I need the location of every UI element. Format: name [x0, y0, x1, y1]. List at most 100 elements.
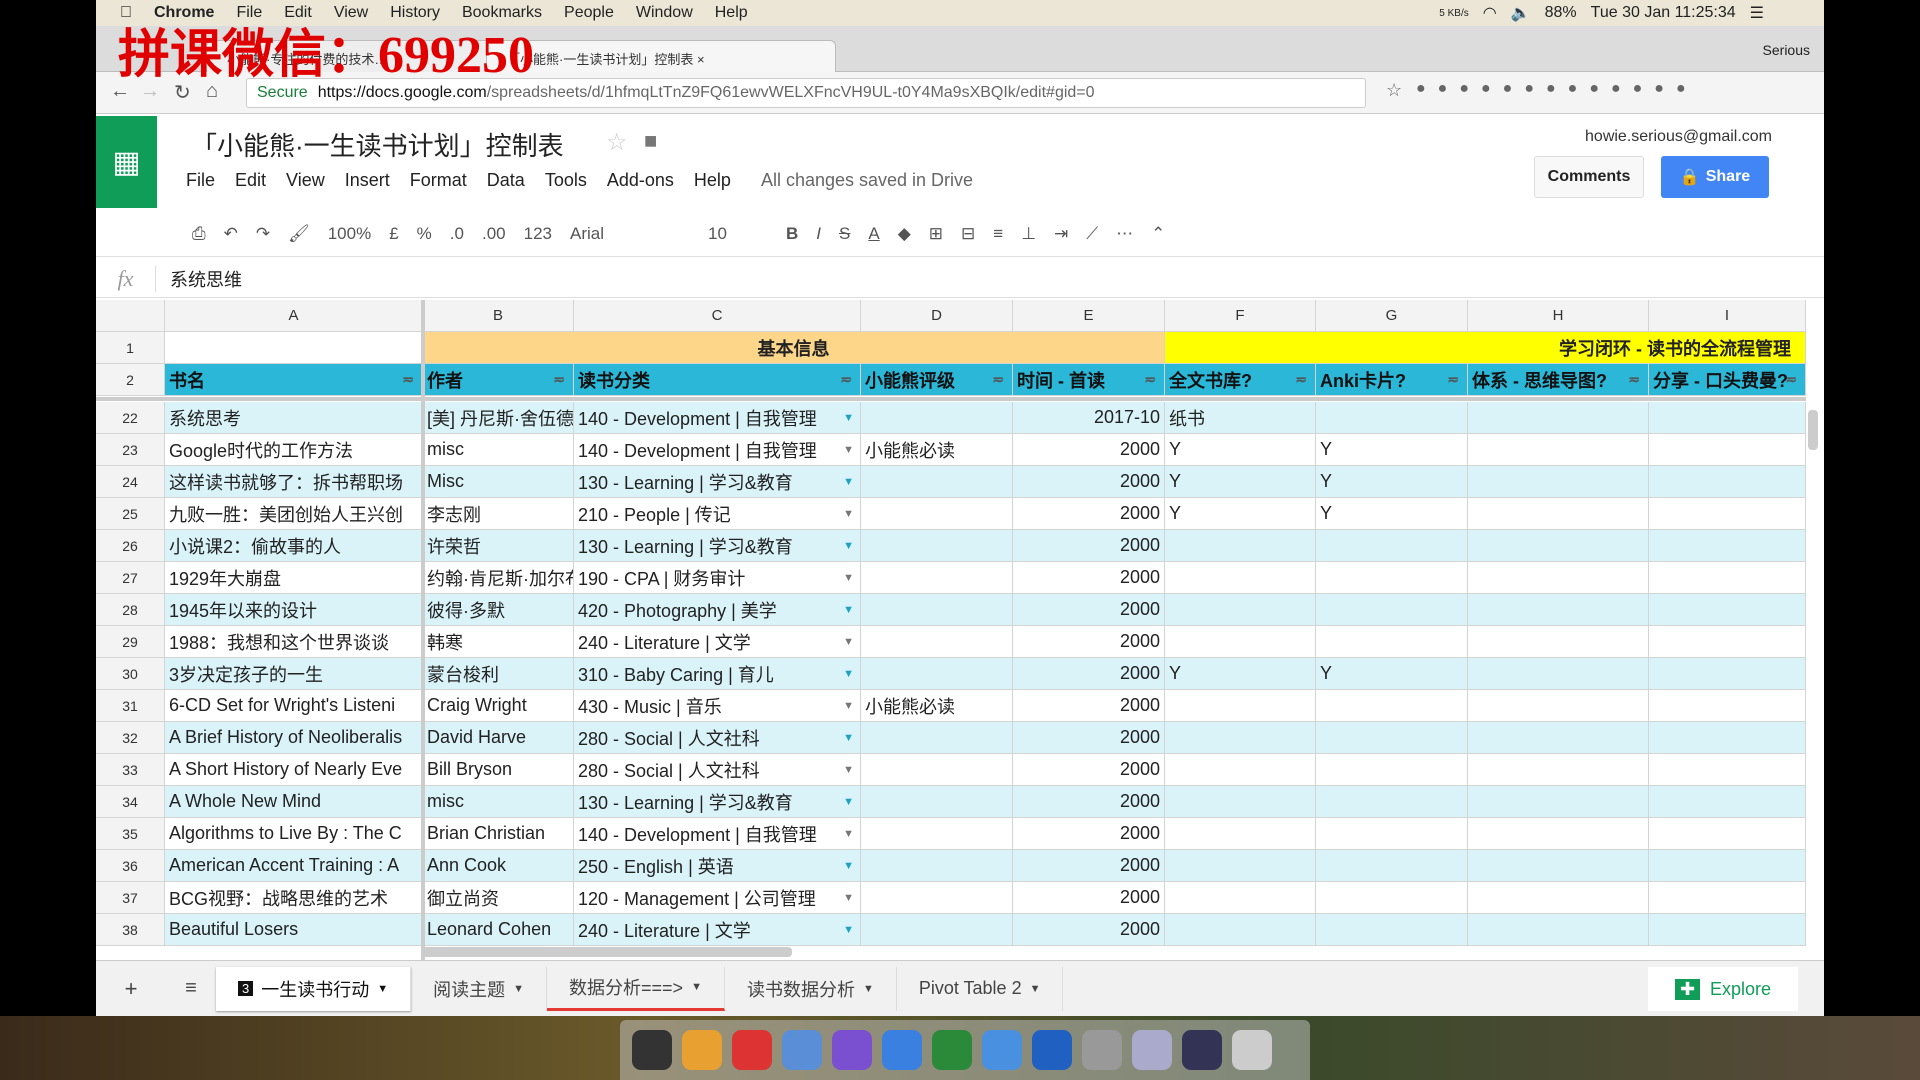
increase-decimal-button[interactable]: .00 — [482, 224, 506, 244]
column-header-cell[interactable]: 时间 - 首读 ≂ — [1013, 364, 1165, 396]
filter-icon[interactable]: ≂ — [1144, 371, 1156, 388]
dock-app-icon[interactable] — [1232, 1030, 1272, 1070]
dock-app-icon[interactable] — [1132, 1030, 1172, 1070]
dock-app-icon[interactable] — [1182, 1030, 1222, 1070]
table-cell[interactable]: 2000 — [1013, 690, 1165, 722]
column-header-D[interactable]: D — [861, 300, 1013, 332]
account-email[interactable]: howie.serious@gmail.com — [1585, 128, 1772, 146]
frozen-row-divider[interactable] — [96, 397, 1806, 401]
volume-icon[interactable]: 🔈 — [1511, 3, 1531, 23]
dropdown-arrow-icon[interactable]: ▼ — [843, 476, 854, 488]
document-title[interactable]: 「小能熊·一生读书计划」控制表 — [191, 126, 564, 163]
row-number[interactable]: 27 — [96, 562, 165, 594]
table-cell[interactable] — [1468, 850, 1649, 882]
dock-app-icon[interactable] — [832, 1030, 872, 1070]
dropdown-arrow-icon[interactable]: ▼ — [843, 444, 854, 456]
dropdown-arrow-icon[interactable]: ▼ — [843, 572, 854, 584]
table-cell[interactable]: 2000 — [1013, 786, 1165, 818]
table-cell[interactable]: 2000 — [1013, 658, 1165, 690]
spreadsheet-grid[interactable]: A B C D E F G H I 1 基本信息 学习闭环 - 读书的全流程管理 2 书名 ≂ 作者 ≂ 读书分类… — [96, 300, 1824, 960]
table-cell[interactable] — [1468, 466, 1649, 498]
table-cell[interactable]: 2000 — [1013, 914, 1165, 946]
table-cell[interactable]: 140 - Development | 自我管理 ▼ — [574, 402, 861, 434]
row-number[interactable]: 34 — [96, 786, 165, 818]
table-cell[interactable] — [1316, 786, 1468, 818]
menu-file[interactable]: File — [186, 170, 215, 191]
sheet-tab[interactable]: Pivot Table 2 ▼ — [897, 966, 1064, 1011]
table-cell[interactable] — [1165, 722, 1316, 754]
table-cell[interactable] — [1649, 594, 1806, 626]
print-icon[interactable]: ⎙ — [192, 224, 206, 244]
column-header-cell[interactable]: 分享 - 口头费曼? ≂ — [1649, 364, 1806, 396]
filter-icon[interactable]: ≂ — [553, 371, 565, 388]
dropdown-arrow-icon[interactable]: ▼ — [843, 540, 854, 552]
table-cell[interactable] — [1649, 754, 1806, 786]
table-cell[interactable] — [1165, 530, 1316, 562]
row-number[interactable]: 32 — [96, 722, 165, 754]
table-cell[interactable] — [861, 498, 1013, 530]
table-cell[interactable]: 210 - People | 传记 ▼ — [574, 498, 861, 530]
filter-icon[interactable]: ≂ — [1628, 371, 1640, 388]
clock[interactable]: Tue 30 Jan 11:25:34 — [1591, 4, 1736, 22]
table-cell[interactable]: 蒙台梭利 — [423, 658, 574, 690]
table-cell[interactable] — [1165, 914, 1316, 946]
row-number[interactable]: 37 — [96, 882, 165, 914]
table-cell[interactable]: 韩寒 — [423, 626, 574, 658]
table-cell[interactable]: 2017-10 — [1013, 402, 1165, 434]
table-cell[interactable] — [861, 850, 1013, 882]
all-sheets-icon[interactable]: ≡ — [166, 977, 216, 1000]
dropdown-arrow-icon[interactable]: ▼ — [843, 796, 854, 808]
table-cell[interactable]: 280 - Social | 人文社科 ▼ — [574, 754, 861, 786]
table-cell[interactable]: 1988：我想和这个世界谈谈 — [165, 626, 423, 658]
table-cell[interactable] — [1316, 914, 1468, 946]
column-header-cell[interactable]: 全文书库? ≂ — [1165, 364, 1316, 396]
column-header-cell[interactable]: 体系 - 思维导图? ≂ — [1468, 364, 1649, 396]
table-cell[interactable] — [1649, 690, 1806, 722]
row-number[interactable]: 38 — [96, 914, 165, 946]
column-header-C[interactable]: C — [574, 300, 861, 332]
folder-icon[interactable]: ■ — [644, 128, 657, 154]
table-cell[interactable] — [1468, 594, 1649, 626]
extension-icons[interactable]: ●●●●●●●●●●●●● — [1416, 80, 1698, 98]
table-cell[interactable] — [1165, 690, 1316, 722]
table-cell[interactable] — [1649, 434, 1806, 466]
table-cell[interactable]: 120 - Management | 公司管理 ▼ — [574, 882, 861, 914]
battery-percent[interactable]: 88% — [1545, 4, 1577, 22]
table-cell[interactable]: 系统思考 — [165, 402, 423, 434]
table-cell[interactable] — [1316, 690, 1468, 722]
cell[interactable] — [165, 332, 423, 364]
table-cell[interactable]: 许荣哲 — [423, 530, 574, 562]
table-cell[interactable]: 140 - Development | 自我管理 ▼ — [574, 434, 861, 466]
menu-edit[interactable]: Edit — [235, 170, 266, 191]
table-cell[interactable]: 小能熊必读 — [861, 434, 1013, 466]
table-cell[interactable]: Craig Wright — [423, 690, 574, 722]
table-cell[interactable] — [1649, 722, 1806, 754]
table-cell[interactable] — [1316, 594, 1468, 626]
table-cell[interactable]: 430 - Music | 音乐 ▼ — [574, 690, 861, 722]
table-cell[interactable]: misc — [423, 786, 574, 818]
table-cell[interactable] — [1316, 850, 1468, 882]
table-cell[interactable]: 小说课2：偷故事的人 — [165, 530, 423, 562]
table-cell[interactable]: 310 - Baby Caring | 育儿 ▼ — [574, 658, 861, 690]
table-cell[interactable]: Y — [1316, 658, 1468, 690]
profile-name[interactable]: Serious — [1763, 42, 1810, 58]
row-number[interactable]: 26 — [96, 530, 165, 562]
table-cell[interactable] — [861, 722, 1013, 754]
number-format-select[interactable]: 123 — [524, 224, 552, 244]
dropdown-arrow-icon[interactable]: ▼ — [843, 508, 854, 520]
column-header-F[interactable]: F — [1165, 300, 1316, 332]
dropdown-arrow-icon[interactable]: ▼ — [843, 636, 854, 648]
row-number[interactable]: 35 — [96, 818, 165, 850]
table-cell[interactable] — [861, 882, 1013, 914]
bold-icon[interactable]: B — [786, 224, 798, 244]
borders-icon[interactable]: ⊞ — [929, 224, 943, 244]
table-cell[interactable] — [1316, 402, 1468, 434]
decrease-decimal-button[interactable]: .0 — [450, 224, 464, 244]
table-cell[interactable]: misc — [423, 434, 574, 466]
table-cell[interactable] — [861, 914, 1013, 946]
table-cell[interactable] — [1468, 434, 1649, 466]
sheet-tab[interactable]: 读书数据分析 ▼ — [725, 966, 897, 1011]
menu-people[interactable]: People — [564, 4, 614, 22]
row-number[interactable]: 1 — [96, 332, 165, 364]
dropdown-arrow-icon[interactable]: ▼ — [843, 604, 854, 616]
